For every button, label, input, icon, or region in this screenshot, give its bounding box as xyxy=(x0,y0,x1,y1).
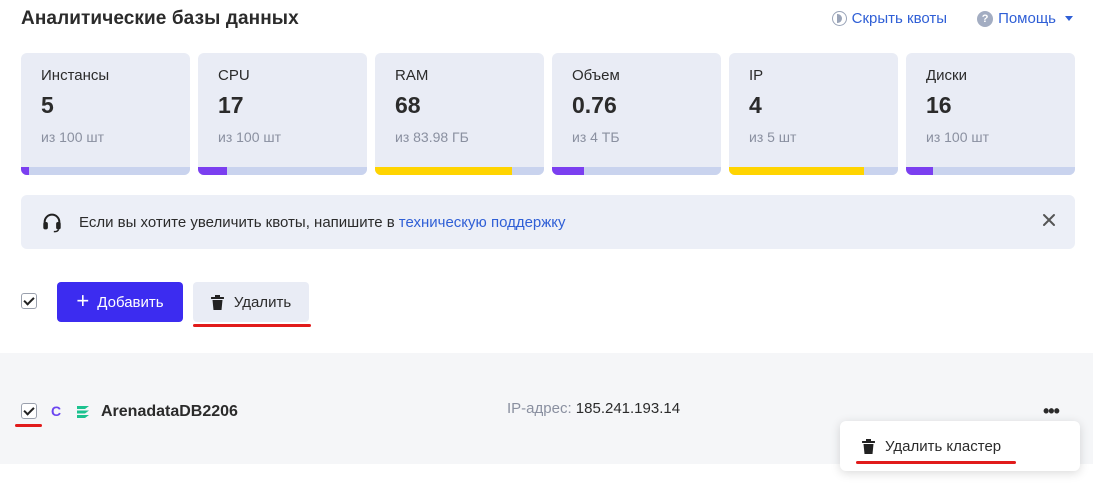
row-checkbox[interactable] xyxy=(21,403,37,419)
hide-quotas-label: Скрыть квоты xyxy=(851,10,948,27)
quota-card-instances: Инстансы 5 из 100 шт xyxy=(21,53,190,175)
half-circle-icon xyxy=(831,11,847,26)
trash-icon xyxy=(862,438,875,454)
banner-text: Если вы хотите увеличить квоты, напишите… xyxy=(79,213,395,231)
more-options-icon[interactable]: ••• xyxy=(1043,401,1060,422)
quota-card-cpu: CPU 17 из 100 шт xyxy=(198,53,367,175)
help-label: Помощь xyxy=(998,10,1056,27)
quota-progress-fill xyxy=(198,167,227,175)
row-checkbox-wrap xyxy=(21,403,37,424)
headset-icon xyxy=(43,213,61,233)
database-icon xyxy=(77,406,89,418)
annotation-underline xyxy=(193,324,311,327)
quota-card-ram: RAM 68 из 83.98 ГБ xyxy=(375,53,544,175)
quota-progress-fill xyxy=(906,167,934,175)
quota-progress-bar xyxy=(906,167,1075,175)
quota-value: 16 xyxy=(926,92,952,118)
quota-label: IP xyxy=(749,67,764,84)
add-button[interactable]: + Добавить xyxy=(57,282,183,322)
delete-button-label: Удалить xyxy=(233,293,292,311)
ip-value: 185.241.193.14 xyxy=(575,400,681,417)
quota-card-ip: IP 4 из 5 шт xyxy=(729,53,898,175)
quota-value: 5 xyxy=(41,92,54,118)
quota-label: Диски xyxy=(926,67,967,84)
quota-progress-fill xyxy=(375,167,512,175)
quota-limit: из 100 шт xyxy=(41,129,105,145)
quota-value: 17 xyxy=(218,92,244,118)
ip-label: IP-адрес: xyxy=(507,400,572,417)
quota-progress-bar xyxy=(21,167,190,175)
select-all-checkbox-wrap xyxy=(21,293,37,314)
quota-progress-bar xyxy=(729,167,898,175)
cluster-ip: IP-адрес: 185.241.193.14 xyxy=(507,400,680,417)
quota-limit: из 5 шт xyxy=(749,129,797,145)
quota-label: CPU xyxy=(218,67,250,84)
quota-limit: из 100 шт xyxy=(926,129,990,145)
quota-progress-fill xyxy=(21,167,30,175)
select-all-checkbox[interactable] xyxy=(21,293,37,309)
quota-progress-fill xyxy=(729,167,865,175)
quota-value: 0.76 xyxy=(572,92,617,118)
help-dropdown[interactable]: ? Помощь xyxy=(977,10,1073,27)
quota-label: Инстансы xyxy=(41,67,110,84)
delete-cluster-label: Удалить кластер xyxy=(885,437,1002,455)
quota-limit: из 100 шт xyxy=(218,129,282,145)
quota-limit: из 83.98 ГБ xyxy=(395,129,469,145)
quota-progress-bar xyxy=(552,167,721,175)
quota-value: 4 xyxy=(749,92,762,118)
trash-icon xyxy=(210,294,224,310)
add-button-label: Добавить xyxy=(97,293,164,311)
quota-value: 68 xyxy=(395,92,421,118)
quota-cards: Инстансы 5 из 100 шт CPU 17 из 100 шт RA… xyxy=(21,53,1075,175)
page-title: Аналитические базы данных xyxy=(21,8,299,29)
plus-icon: + xyxy=(76,288,90,313)
question-icon: ? xyxy=(977,10,994,27)
quota-label: RAM xyxy=(395,67,429,84)
support-link[interactable]: техническую поддержку xyxy=(399,214,566,231)
close-icon[interactable] xyxy=(1041,212,1057,228)
cluster-type-badge: C xyxy=(51,403,62,419)
cluster-name[interactable]: ArenadataDB2206 xyxy=(101,403,238,421)
hide-quotas-link[interactable]: Скрыть квоты xyxy=(831,10,948,27)
annotation-underline xyxy=(856,461,1016,464)
quota-info-banner: Если вы хотите увеличить квоты, напишите… xyxy=(21,195,1075,249)
quota-card-disks: Диски 16 из 100 шт xyxy=(906,53,1075,175)
quota-progress-bar xyxy=(375,167,544,175)
delete-button[interactable]: Удалить xyxy=(193,282,309,322)
quota-label: Объем xyxy=(572,67,620,84)
chevron-down-icon xyxy=(1065,16,1073,21)
quota-card-volume: Объем 0.76 из 4 ТБ xyxy=(552,53,721,175)
quota-progress-fill xyxy=(552,167,585,175)
header-links: Скрыть квоты ? Помощь xyxy=(831,10,1073,27)
quota-limit: из 4 ТБ xyxy=(572,129,620,145)
annotation-underline xyxy=(15,424,42,427)
quota-progress-bar xyxy=(198,167,367,175)
